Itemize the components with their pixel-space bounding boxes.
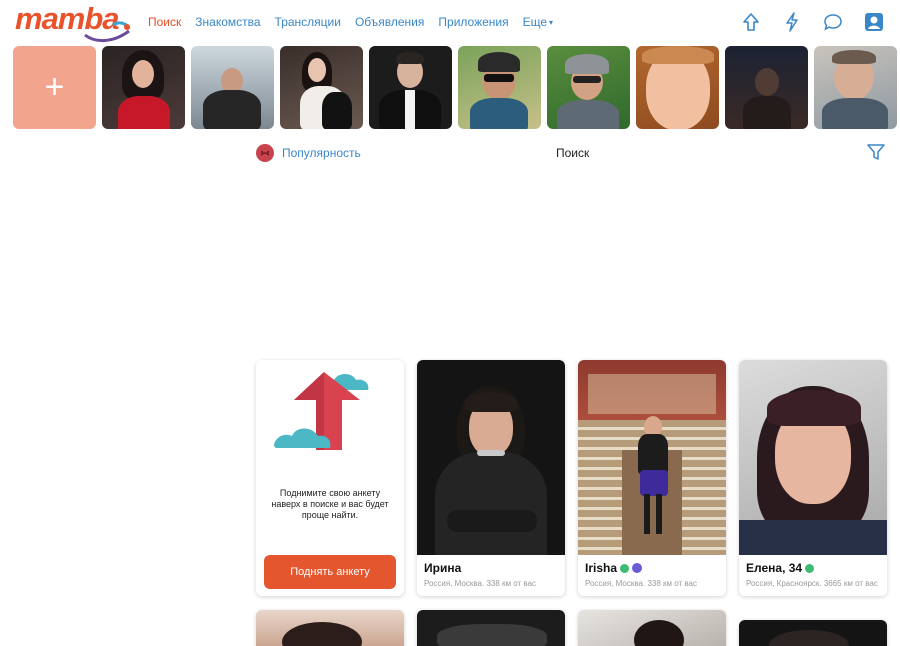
profile-location: Россия, Москва. 338 км от вас [424, 579, 536, 588]
raise-arrow-icon[interactable] [739, 10, 763, 34]
profile-name: Ирина [424, 561, 558, 575]
story-thumbnail[interactable] [102, 46, 185, 129]
popularity-icon [256, 144, 274, 162]
header-actions [722, 10, 886, 34]
chat-bubble-icon[interactable] [821, 10, 845, 34]
online-status-icon [620, 563, 630, 573]
nav-item-more[interactable]: Еще ▾ [523, 15, 553, 29]
profile-photo [739, 360, 887, 555]
top-header: mamba Поиск Знакомства Трансляции Объявл… [0, 0, 900, 44]
profile-card[interactable] [417, 610, 565, 646]
profile-name-text: Ирина [424, 561, 462, 575]
nav-item-dating[interactable]: Знакомства [195, 15, 260, 29]
profile-card[interactable]: Irisha Россия, Москва. 338 км от вас [578, 360, 726, 596]
profile-card[interactable]: Елена, 34 Россия, Красноярск. 3665 км от… [739, 360, 887, 596]
add-story-button[interactable]: + [13, 46, 96, 129]
promo-description: Поднимите свою анкету наверх в поиске и … [271, 488, 389, 520]
raise-arrow-illustration [274, 372, 369, 450]
profile-card[interactable] [739, 620, 887, 646]
verified-badge-icon [632, 563, 643, 573]
story-thumbnail[interactable] [814, 46, 897, 129]
stories-strip: + [13, 46, 900, 129]
profile-name: Irisha [585, 561, 719, 575]
logo-swoosh-icon [84, 21, 131, 42]
profile-name: Елена, 34 [746, 561, 880, 575]
chevron-down-icon: ▾ [549, 18, 554, 27]
search-filter-bar: Популярность Поиск [256, 142, 886, 164]
profile-card[interactable]: Ирина Россия, Москва. 338 км от вас [417, 360, 565, 596]
story-thumbnail[interactable] [636, 46, 719, 129]
plus-icon: + [44, 68, 65, 106]
nav-item-streams[interactable]: Трансляции [275, 15, 341, 29]
nav-item-apps[interactable]: Приложения [438, 15, 508, 29]
online-status-icon [805, 563, 815, 573]
story-thumbnail[interactable] [547, 46, 630, 129]
nav-item-search[interactable]: Поиск [148, 15, 181, 29]
page-title: Поиск [556, 146, 590, 160]
lightning-icon[interactable] [780, 10, 804, 34]
story-thumbnail[interactable] [191, 46, 274, 129]
story-thumbnail[interactable] [280, 46, 363, 129]
profile-name-text: Irisha [585, 561, 618, 575]
raise-profile-button[interactable]: Поднять анкету [264, 555, 396, 589]
profile-photo [417, 360, 565, 555]
profile-name-text: Елена, 34 [746, 561, 803, 575]
story-thumbnail[interactable] [369, 46, 452, 129]
raise-profile-promo-card: Поднимите свою анкету наверх в поиске и … [256, 360, 404, 596]
profile-card[interactable] [578, 610, 726, 646]
mamba-logo[interactable]: mamba [15, 3, 131, 42]
filter-icon[interactable] [866, 142, 886, 162]
story-thumbnail[interactable] [458, 46, 541, 129]
sort-popularity-link[interactable]: Популярность [282, 146, 361, 160]
profile-location: Россия, Красноярск. 3665 км от вас [746, 579, 878, 588]
main-nav: Поиск Знакомства Трансляции Объявления П… [148, 15, 567, 29]
story-thumbnail[interactable] [725, 46, 808, 129]
profile-location: Россия, Москва. 338 км от вас [585, 579, 697, 588]
nav-more-label: Еще [522, 15, 548, 29]
profile-icon[interactable] [862, 10, 886, 34]
nav-item-ads[interactable]: Объявления [355, 15, 424, 29]
profile-photo [578, 360, 726, 555]
profile-card[interactable] [256, 610, 404, 646]
